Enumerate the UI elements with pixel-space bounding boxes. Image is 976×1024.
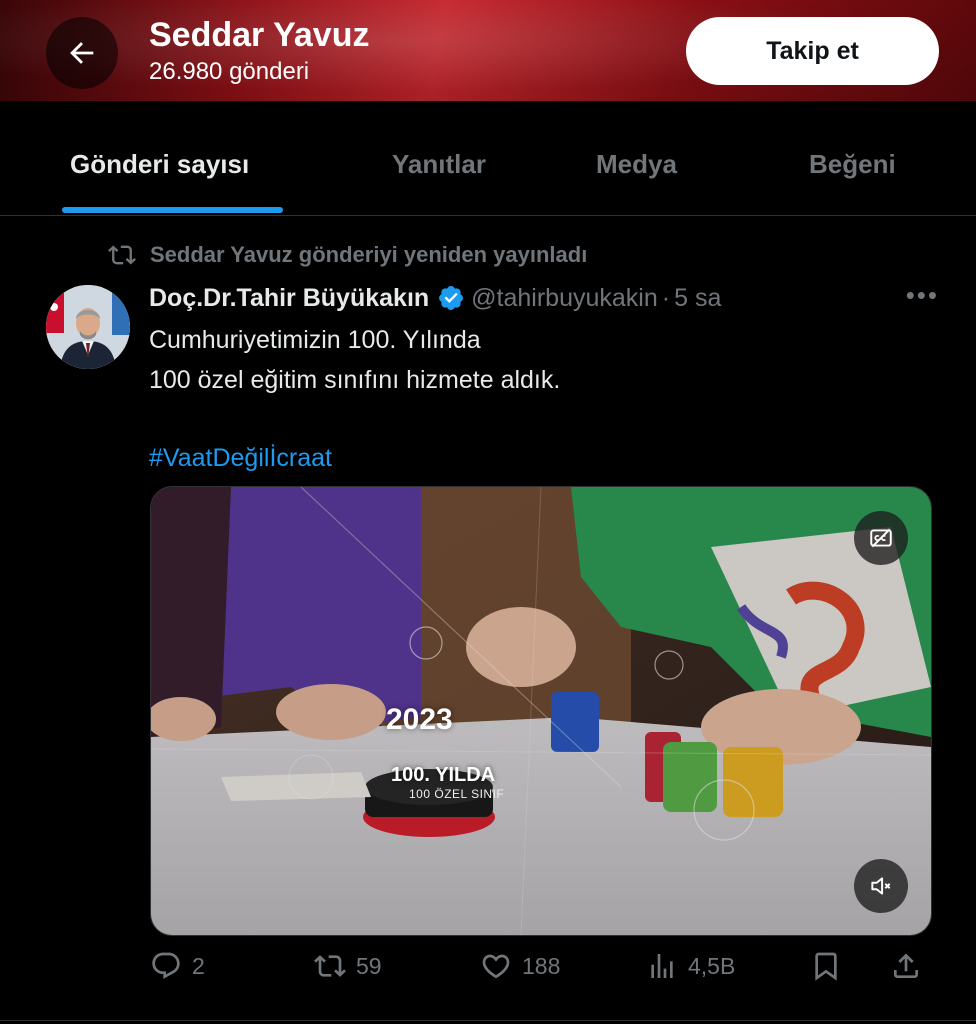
tweet-time[interactable]: 5 sa	[674, 284, 721, 313]
verified-badge-icon	[439, 286, 464, 310]
repost-note: Seddar Yavuz gönderiyi yeniden yayınladı	[108, 241, 587, 269]
share-icon	[894, 953, 918, 978]
repost-action-icon	[314, 955, 346, 977]
post-count: 26.980 gönderi	[149, 58, 310, 85]
share-button[interactable]	[890, 950, 922, 982]
more-options-button[interactable]: •••	[906, 280, 939, 311]
reply-icon	[152, 952, 180, 979]
video-overlay-title: 100. YILDA	[391, 764, 496, 786]
profile-tabs: Gönderi sayısı Yanıtlar Medya Beğeni	[0, 101, 976, 216]
captions-off-icon	[870, 528, 892, 548]
follow-button[interactable]: Takip et	[686, 17, 939, 85]
video-frame	[151, 487, 931, 935]
tweet-text-line-1: Cumhuriyetimizin 100. Yılında	[149, 326, 481, 354]
video-overlay-subtitle: 100 ÖZEL SINIF	[409, 787, 505, 801]
active-tab-indicator	[62, 207, 283, 213]
avatar-portrait	[46, 285, 130, 369]
author-name[interactable]: Doç.Dr.Tahir Büyükakın	[149, 284, 429, 313]
view-count: 4,5B	[688, 952, 736, 979]
dot-separator: ·	[661, 283, 671, 312]
tweet-divider	[0, 1020, 976, 1021]
profile-header: Seddar Yavuz 26.980 gönderi Takip et	[0, 0, 976, 101]
like-count: 188	[522, 952, 561, 979]
author-handle[interactable]: @tahirbuyukakin	[471, 284, 658, 313]
tweet-text-line-2: 100 özel eğitim sınıfını hizmete aldık.	[149, 366, 561, 394]
tweet-text: Cumhuriyetimizin 100. Yılında 100 özel e…	[149, 320, 560, 478]
tab-posts[interactable]: Gönderi sayısı	[70, 149, 249, 180]
tab-likes[interactable]: Beğeni	[809, 149, 896, 180]
views-chart-icon	[651, 954, 673, 978]
speaker-muted-icon	[871, 877, 891, 895]
tweet-actions: 2 59 188 4,5B	[150, 950, 930, 994]
bookmark-button[interactable]	[810, 950, 842, 982]
video-overlay-year: 2023	[386, 703, 453, 736]
tab-media[interactable]: Medya	[596, 149, 677, 180]
views-button[interactable]: 4,5B	[646, 950, 735, 982]
like-button[interactable]: 188	[480, 950, 560, 982]
heart-icon	[482, 954, 510, 979]
repost-button[interactable]: 59	[314, 950, 382, 982]
arrow-left-icon	[70, 42, 94, 64]
reply-count: 2	[192, 952, 205, 979]
profile-name: Seddar Yavuz	[149, 16, 370, 54]
bookmark-icon	[815, 952, 837, 981]
repost-count: 59	[356, 952, 382, 979]
reply-button[interactable]: 2	[150, 950, 205, 982]
tweet-author-row: Doç.Dr.Tahir Büyükakın @tahirbuyukakin ·…	[149, 280, 939, 316]
captions-toggle-button[interactable]	[854, 511, 908, 565]
tweet-video[interactable]: 2023 100. YILDA 100 ÖZEL SINIF	[150, 486, 932, 936]
repost-note-text: Seddar Yavuz gönderiyi yeniden yayınladı	[150, 242, 588, 267]
back-button[interactable]	[46, 17, 118, 89]
mute-toggle-button[interactable]	[854, 859, 908, 913]
hashtag-link[interactable]: #VaatDeğilİcraat	[149, 438, 560, 478]
tab-replies[interactable]: Yanıtlar	[392, 149, 486, 180]
repost-icon	[108, 245, 136, 265]
author-avatar[interactable]	[46, 285, 130, 369]
